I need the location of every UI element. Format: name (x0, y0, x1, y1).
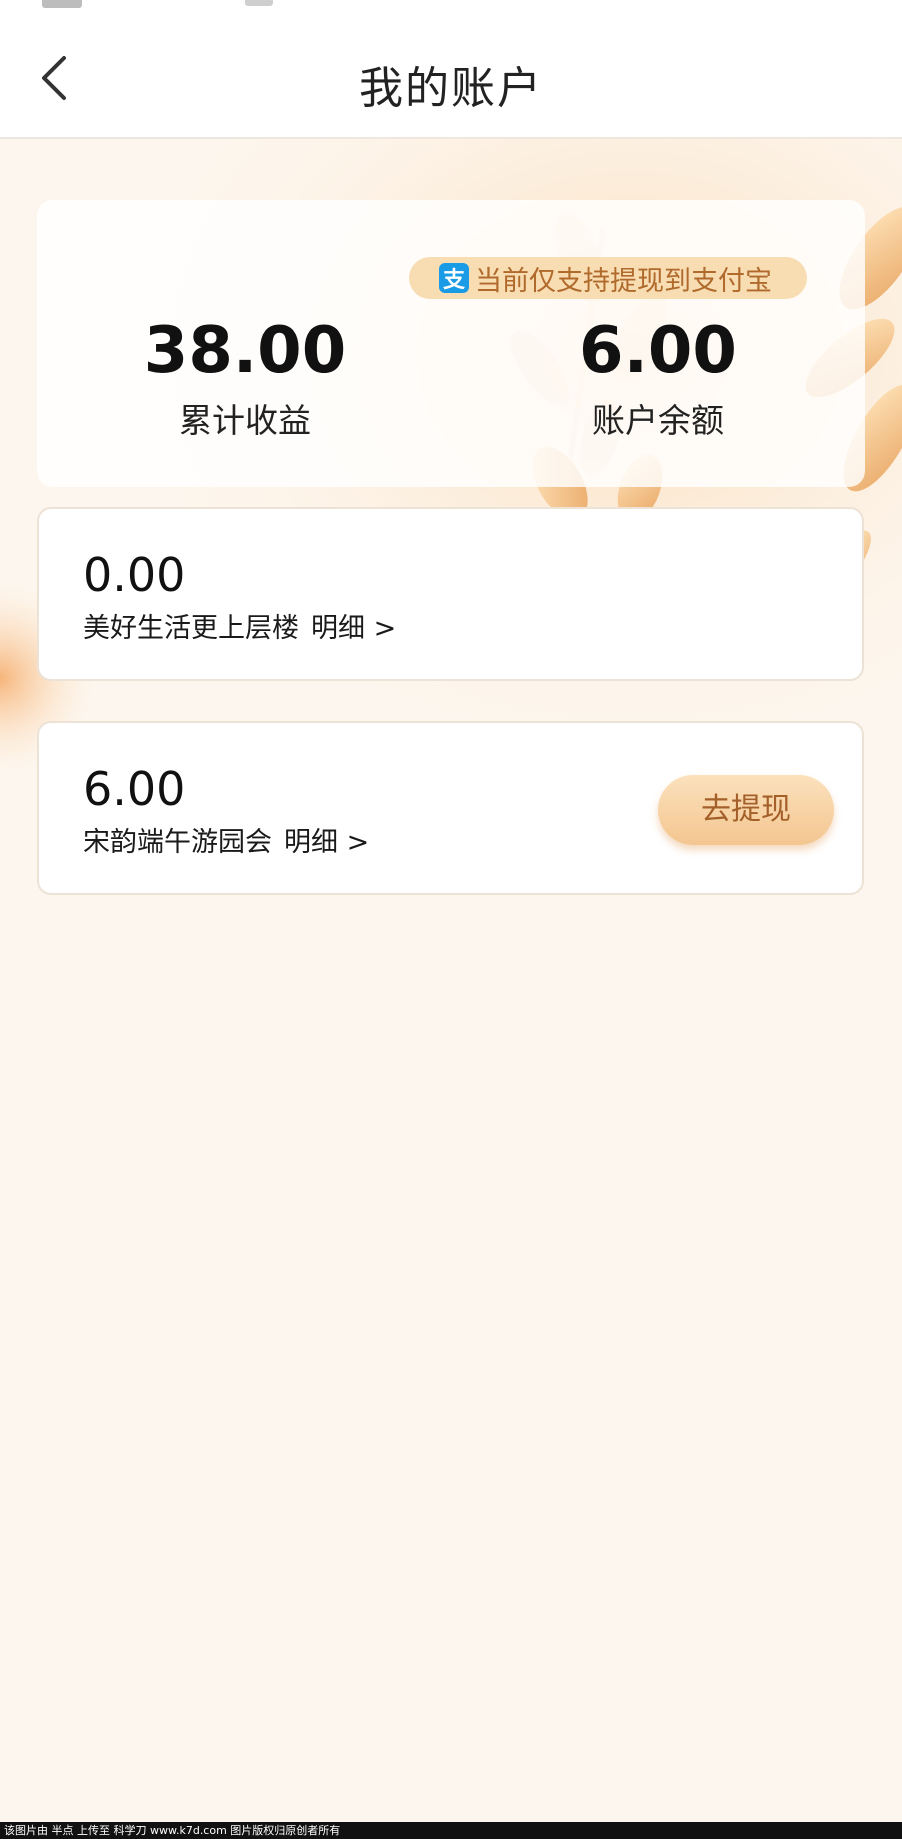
detail-link[interactable]: 明细 > (311, 613, 396, 644)
watermark-caption: 该图片由 半点 上传至 科学刀 www.k7d.com 图片版权归原创者所有 (0, 1822, 902, 1839)
activity-title-row: 宋韵端午游园会 明细 > (83, 823, 369, 863)
alipay-icon: 支 (439, 263, 469, 293)
total-earnings-value: 38.00 (143, 314, 347, 388)
activity-name: 美好生活更上层楼 (83, 613, 299, 644)
status-indicator (245, 0, 273, 6)
total-earnings-label: 累计收益 (179, 401, 311, 440)
signal-icon (42, 0, 82, 8)
alipay-notice-text: 当前仅支持提现到支付宝 (475, 265, 772, 297)
activity-card: 0.00 美好生活更上层楼 明细 > (37, 507, 864, 681)
alipay-notice: 支 当前仅支持提现到支付宝 (409, 257, 807, 299)
account-balance-label: 账户余额 (592, 401, 724, 440)
activity-card: 6.00 宋韵端午游园会 明细 > 去提现 (37, 721, 864, 895)
page-title: 我的账户 (359, 63, 543, 114)
activity-amount: 6.00 (83, 762, 186, 816)
account-balance-value: 6.00 (579, 314, 737, 388)
activity-amount: 0.00 (83, 548, 186, 602)
account-balance: 6.00 账户余额 (508, 313, 808, 443)
activity-title-row: 美好生活更上层楼 明细 > (83, 609, 396, 649)
account-summary-card: 支 当前仅支持提现到支付宝 38.00 累计收益 6.00 账户余额 (37, 200, 865, 487)
detail-link[interactable]: 明细 > (284, 827, 369, 858)
withdraw-button[interactable]: 去提现 (658, 775, 834, 845)
total-earnings: 38.00 累计收益 (95, 313, 395, 443)
activity-name: 宋韵端午游园会 (83, 827, 272, 858)
status-bar (0, 0, 902, 12)
app-header: 我的账户 (0, 12, 902, 139)
